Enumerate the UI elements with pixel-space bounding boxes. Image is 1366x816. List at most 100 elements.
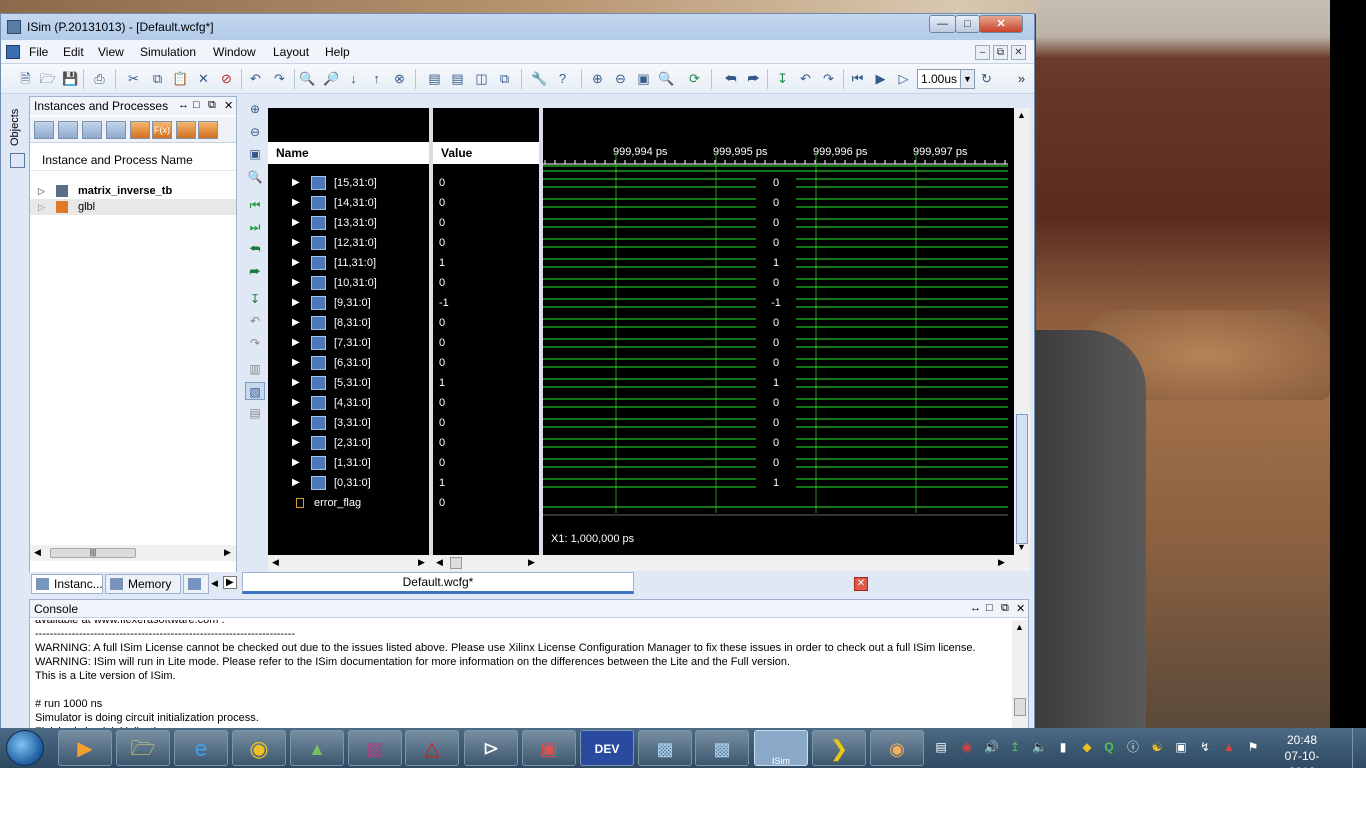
tree-item[interactable]: ▷ glbl <box>30 199 236 215</box>
float-icon[interactable]: ⧉ <box>208 99 216 112</box>
bluetooth-icon[interactable]: ↯ <box>1198 740 1212 754</box>
chevron-down-icon[interactable]: ▼ <box>960 70 974 88</box>
move-icon[interactable]: ↔ <box>970 602 981 614</box>
pdf-icon[interactable]: ▲ <box>1222 740 1236 754</box>
maximize-icon[interactable]: □ <box>986 602 993 614</box>
zoom-cursor-icon[interactable]: 🔍 <box>658 70 675 87</box>
scroll-thumb[interactable] <box>1016 414 1028 544</box>
menu-window[interactable]: Window <box>213 45 256 59</box>
file-explorer-icon[interactable]: 🗁 <box>116 730 170 766</box>
scroll-up-icon[interactable]: ▲ <box>1015 622 1024 632</box>
winrar-icon[interactable]: ▧ <box>348 730 402 766</box>
step-over-icon[interactable]: ↷ <box>820 70 837 87</box>
float-icon[interactable]: ⧉ <box>1001 602 1009 615</box>
expand-icon[interactable]: ▶ <box>292 373 300 393</box>
vertical-scrollbar[interactable]: ▲ ▼ <box>1014 108 1030 555</box>
horizontal-scrollbar[interactable]: ◀ ||| ▶ <box>30 545 236 561</box>
expand-icon[interactable]: ▶ <box>292 293 300 313</box>
expand-icon[interactable]: ▶ <box>292 473 300 493</box>
scroll-thumb[interactable] <box>450 557 462 569</box>
stop-icon[interactable]: ⊘ <box>218 70 235 87</box>
run-all-icon[interactable]: ▶ <box>872 70 889 87</box>
minimize-button[interactable]: — <box>929 15 956 33</box>
expand-icon[interactable]: ▶ <box>292 213 300 233</box>
next-transition-icon[interactable]: ⮫ <box>745 70 762 87</box>
start-button[interactable] <box>6 730 44 766</box>
mdi-minimize-button[interactable]: – <box>975 45 990 60</box>
expand-icon[interactable]: ▶ <box>292 233 300 253</box>
tile-horizontal-icon[interactable]: ▤ <box>449 70 466 87</box>
signal-row[interactable]: ▶ [3,31:0] <box>268 413 429 433</box>
refresh-icon[interactable]: ⟳ <box>686 70 703 87</box>
close-button[interactable]: ✕ <box>979 15 1023 33</box>
cut-icon[interactable]: ✂ <box>125 70 142 87</box>
media-player-icon[interactable]: ▶ <box>58 730 112 766</box>
tab-default-wcfg[interactable]: Default.wcfg* <box>242 572 634 594</box>
signal-row[interactable]: ▶ [13,31:0] <box>268 213 429 233</box>
app-tray-icon[interactable]: ◆ <box>1080 740 1094 754</box>
signal-row[interactable]: ▶ [11,31:0] <box>268 253 429 273</box>
redo-icon[interactable]: ↷ <box>271 70 288 87</box>
copy-icon[interactable]: ⧉ <box>149 70 166 87</box>
logic-gate-icon[interactable]: ⊳ <box>464 730 518 766</box>
previous-transition-icon[interactable]: ⮪ <box>722 70 739 87</box>
menu-view[interactable]: View <box>98 45 124 59</box>
run-for-time-icon[interactable]: ▷ <box>895 70 912 87</box>
chrome-icon[interactable]: ◉ <box>232 730 286 766</box>
swap-cursors-icon[interactable]: ▥ <box>245 360 265 378</box>
previous-transition-icon[interactable]: ⮪ <box>245 240 265 258</box>
zoom-fit-icon[interactable]: ▣ <box>635 70 652 87</box>
tab-objects[interactable]: Objects <box>9 100 27 146</box>
expand-icon[interactable]: ▶ <box>292 453 300 473</box>
expand-icon[interactable]: ▶ <box>292 193 300 213</box>
expand-icon[interactable]: ▶ <box>292 413 300 433</box>
filter-icon[interactable] <box>34 121 54 139</box>
step-in-icon[interactable]: ↻ <box>978 70 995 87</box>
move-up-icon[interactable]: ↑ <box>368 70 385 87</box>
signal-row[interactable]: ▶ [1,31:0] <box>268 453 429 473</box>
tab-memory[interactable]: Memory <box>105 574 181 594</box>
restart-icon[interactable]: ⏮ <box>849 70 866 87</box>
volume-icon[interactable]: 🔊 <box>984 740 999 754</box>
signal-row[interactable]: ▶ [4,31:0] <box>268 393 429 413</box>
tab-more[interactable] <box>183 574 209 594</box>
zoom-out-icon[interactable]: ⊖ <box>245 123 265 141</box>
internet-explorer-icon[interactable]: e <box>174 730 228 766</box>
step-icon[interactable]: ↧ <box>774 70 791 87</box>
previous-marker-icon[interactable]: ↶ <box>245 312 265 330</box>
acrobat-icon[interactable]: △ <box>405 730 459 766</box>
scroll-up-icon[interactable]: ▲ <box>1017 110 1026 120</box>
signal-row[interactable]: error_flag <box>268 493 429 513</box>
next-marker-icon[interactable]: ↷ <box>245 334 265 352</box>
close-tab-icon[interactable]: ✕ <box>854 577 868 591</box>
scroll-right-icon[interactable]: ▶ <box>418 557 425 568</box>
info-icon[interactable]: ⓘ <box>1126 740 1140 754</box>
menu-file[interactable]: File <box>29 45 48 59</box>
add-marker-icon[interactable]: ↧ <box>245 290 265 308</box>
go-to-end-icon[interactable]: ⏭ <box>245 218 265 236</box>
scroll-right-icon[interactable]: ▶ <box>224 547 231 558</box>
expand-icon[interactable]: ▶ <box>292 273 300 293</box>
menu-edit[interactable]: Edit <box>63 45 84 59</box>
mdi-close-button[interactable]: ✕ <box>1011 45 1026 60</box>
hierarchy-icon[interactable] <box>106 121 126 139</box>
scroll-right-icon[interactable]: ▶ <box>528 557 535 568</box>
xilinx-icon[interactable]: ❯ <box>812 730 866 766</box>
list-icon[interactable] <box>82 121 102 139</box>
column-header[interactable]: Instance and Process Name <box>30 149 236 171</box>
zoom-in-icon[interactable]: ⊕ <box>589 70 606 87</box>
maximize-button[interactable]: □ <box>955 15 980 33</box>
network-share-icon[interactable]: ☯ <box>1150 740 1164 754</box>
context-help-icon[interactable]: ? <box>554 70 571 87</box>
tab-scroll-right-icon[interactable]: ▶ <box>223 576 237 589</box>
cancel-icon[interactable]: ⊗ <box>391 70 408 87</box>
scroll-thumb[interactable]: ||| <box>50 548 136 558</box>
signal-row[interactable]: ▶ [0,31:0] <box>268 473 429 493</box>
move-icon[interactable]: ↔ <box>178 99 189 111</box>
snap-icon[interactable]: ▧ <box>245 382 265 400</box>
toolbar-overflow-icon[interactable]: » <box>1013 70 1030 87</box>
speaker-icon[interactable]: 🔈 <box>1032 740 1047 754</box>
signal-row[interactable]: ▶ [8,31:0] <box>268 313 429 333</box>
open-folder-icon[interactable]: 🗁 <box>39 70 56 87</box>
tab-scroll-left-icon[interactable]: ◀ <box>211 578 218 589</box>
